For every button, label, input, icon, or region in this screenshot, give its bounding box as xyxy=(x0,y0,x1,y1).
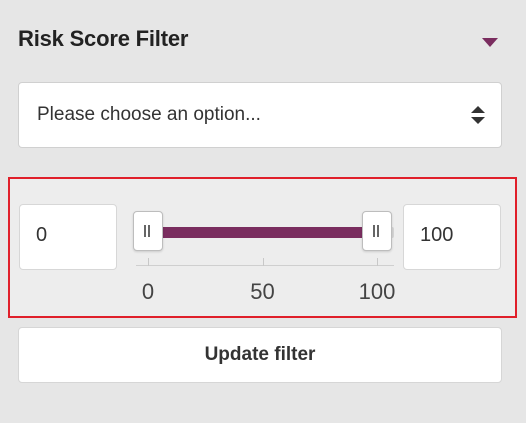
tick-baseline xyxy=(136,265,394,266)
slider-selected-range xyxy=(158,227,367,238)
grip-icon xyxy=(373,225,375,237)
range-slider[interactable]: 0 50 100 xyxy=(128,199,400,304)
panel-title: Risk Score Filter xyxy=(18,26,189,51)
slider-tick xyxy=(148,258,149,266)
slider-tick-label: 50 xyxy=(250,279,275,304)
slider-handle-max[interactable] xyxy=(362,211,392,251)
slider-handle-min[interactable] xyxy=(133,211,163,251)
grip-icon xyxy=(144,225,146,237)
slider-tick-label: 100 xyxy=(358,279,396,304)
slider-tick-label: 0 xyxy=(141,279,155,304)
range-filter-highlight: 0 0 50 100 100 xyxy=(8,177,517,318)
option-select[interactable]: Please choose an option... xyxy=(18,82,502,148)
update-filter-button[interactable]: Update filter xyxy=(18,327,502,383)
min-value-input[interactable]: 0 xyxy=(19,204,117,270)
risk-score-filter-panel: Risk Score Filter Please choose an optio… xyxy=(0,0,526,423)
sort-arrows-icon xyxy=(471,105,485,125)
triangle-down-icon[interactable] xyxy=(482,38,498,47)
slider-tick xyxy=(377,258,378,266)
max-value-input[interactable]: 100 xyxy=(403,204,501,270)
select-value: Please choose an option... xyxy=(37,104,261,125)
slider-tick xyxy=(262,258,264,266)
